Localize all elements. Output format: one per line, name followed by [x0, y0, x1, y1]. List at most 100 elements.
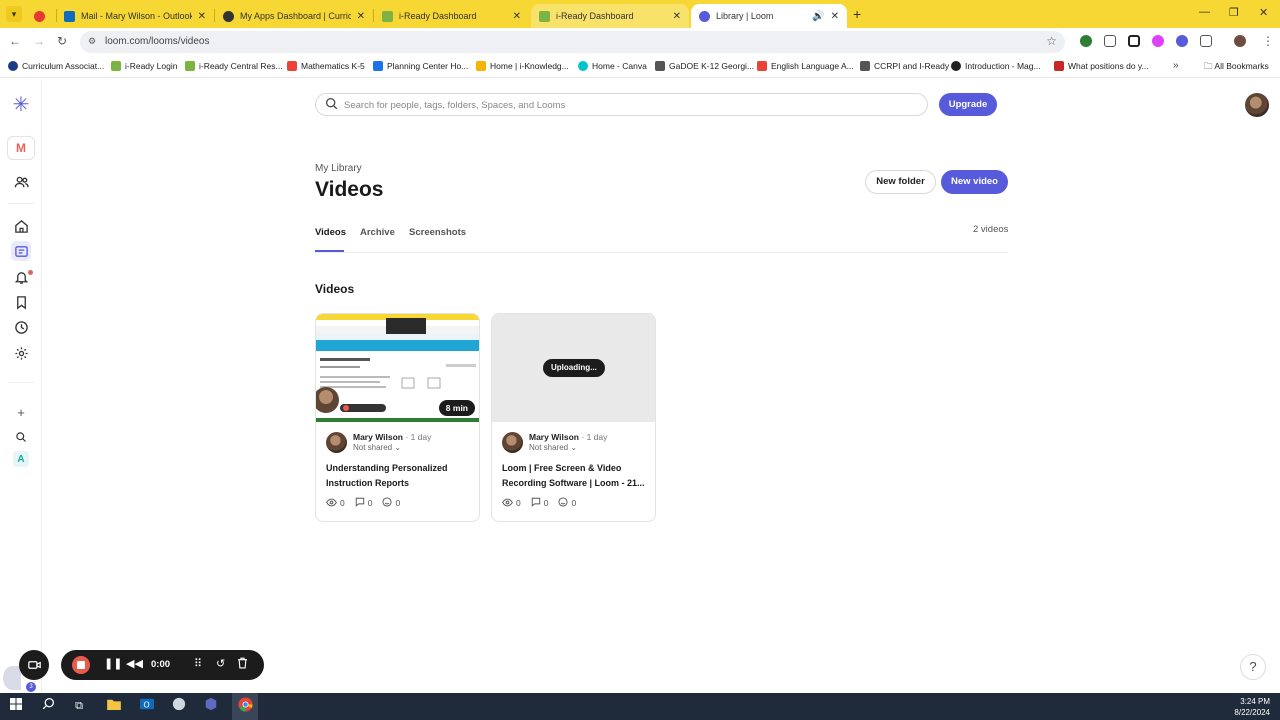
audio-playing-icon[interactable]: 🔊 — [812, 11, 824, 22]
workspace-switcher[interactable]: M — [7, 136, 35, 160]
tab-archive[interactable]: Archive — [360, 227, 395, 238]
tab-close-icon[interactable]: ✕ — [198, 11, 206, 22]
tab-close-icon[interactable]: ✕ — [673, 11, 681, 22]
new-video-button[interactable]: New video — [941, 170, 1008, 194]
video-card[interactable]: Uploading... Mary Wilson · 1 day Not sha… — [491, 313, 656, 522]
system-clock[interactable]: 3:24 PM 8/22/2024 — [1234, 696, 1270, 718]
chrome-taskbar-icon[interactable] — [236, 697, 254, 715]
video-thumbnail[interactable]: 8 min — [316, 314, 479, 422]
camera-bubble[interactable] — [3, 666, 21, 690]
document-extension-icon[interactable] — [1104, 35, 1116, 47]
pink-extension-icon[interactable] — [1152, 35, 1164, 47]
tab-close-icon[interactable]: ✕ — [357, 11, 365, 22]
bookmark-label: i-Ready Login — [125, 61, 178, 71]
iknowledge-icon — [476, 61, 486, 71]
bubble-badge: 3 — [26, 682, 36, 692]
pause-icon[interactable]: ❚❚ — [104, 657, 122, 670]
profile-avatar[interactable] — [1234, 35, 1246, 47]
tab-close-icon[interactable]: ✕ — [513, 11, 521, 22]
bookmark-item[interactable]: CCRPI and I-Ready — [860, 61, 949, 71]
add-space-icon[interactable]: + — [11, 402, 31, 422]
bookmarks-overflow-icon[interactable]: » — [1173, 60, 1179, 71]
search-spaces-icon[interactable] — [11, 427, 31, 447]
tab-pinned[interactable] — [28, 4, 54, 28]
chrome-menu-icon[interactable]: ⋮ — [1262, 34, 1274, 48]
stop-recording-button[interactable] — [72, 656, 90, 674]
bookmark-item[interactable]: Curriculum Associat... — [8, 61, 104, 71]
reload-icon[interactable]: ↻ — [57, 34, 67, 48]
restart-icon[interactable]: ↺ — [216, 657, 225, 670]
sharing-dropdown[interactable]: Not shared ⌄ — [529, 443, 577, 452]
help-button[interactable]: ? — [1240, 654, 1266, 680]
home-icon[interactable] — [11, 216, 31, 236]
screen-capture-extension-icon[interactable] — [1128, 35, 1140, 47]
library-icon[interactable] — [11, 241, 31, 261]
tab-screenshots[interactable]: Screenshots — [409, 227, 466, 238]
vpn-taskbar-icon[interactable] — [202, 697, 220, 715]
rewind-icon[interactable]: ◀◀ — [126, 657, 143, 670]
tab-loom-library[interactable]: Library | Loom 🔊 ✕ — [691, 4, 847, 28]
sharing-dropdown[interactable]: Not shared ⌄ — [353, 443, 401, 452]
bookmark-item[interactable]: English Language A... — [757, 61, 854, 71]
breadcrumb[interactable]: My Library — [315, 163, 362, 174]
bookmark-item[interactable]: What positions do y... — [1054, 61, 1149, 71]
outlook-taskbar-icon[interactable]: O — [138, 697, 156, 715]
extensions-puzzle-icon[interactable] — [1200, 35, 1212, 47]
eye-icon — [502, 498, 513, 509]
video-title[interactable]: Loom | Free Screen & Video Recording Sof… — [502, 461, 650, 491]
history-clock-icon[interactable] — [11, 317, 31, 337]
new-tab-button[interactable]: + — [853, 6, 861, 22]
bookmark-item[interactable]: Planning Center Ho... — [373, 61, 468, 71]
upgrade-button[interactable]: Upgrade — [939, 93, 997, 116]
search-input[interactable] — [344, 97, 904, 113]
tab-search-menu-button[interactable]: ▾ — [6, 6, 22, 22]
tab-videos[interactable]: Videos — [315, 227, 346, 238]
tab-close-icon[interactable]: ✕ — [831, 11, 839, 22]
site-info-icon[interactable]: ⚙ — [88, 36, 99, 47]
grammar-extension-icon[interactable] — [1080, 35, 1092, 47]
trash-icon[interactable] — [237, 657, 248, 672]
search-icon[interactable] — [39, 697, 57, 715]
video-camera-icon — [27, 661, 41, 669]
new-folder-button[interactable]: New folder — [865, 170, 936, 194]
windows-start-icon[interactable] — [7, 697, 25, 715]
bookmark-item[interactable]: Introduction - Mag... — [951, 61, 1041, 71]
loom-logo-icon[interactable]: ✳ — [10, 94, 32, 116]
back-arrow-icon[interactable]: ← — [9, 34, 21, 48]
all-bookmarks-button[interactable]: 🗀 All Bookmarks — [1204, 61, 1269, 75]
loom-extension-icon[interactable] — [1176, 35, 1188, 47]
bookmark-item[interactable]: Home | i-Knowledg... — [476, 61, 569, 71]
bookmark-label: Home | i-Knowledg... — [490, 61, 569, 71]
tab-my-apps[interactable]: My Apps Dashboard | Curriculu ✕ — [215, 4, 373, 28]
iready-icon — [185, 61, 195, 71]
close-window-icon[interactable]: ✕ — [1259, 6, 1268, 19]
video-thumbnail[interactable]: Uploading... — [492, 314, 655, 422]
app-taskbar-icon[interactable] — [170, 697, 188, 715]
video-card[interactable]: 8 min Mary Wilson · 1 day Not shared ⌄ U… — [315, 313, 480, 522]
address-bar[interactable]: ⚙ loom.com/looms/videos ☆ — [80, 31, 1065, 53]
tab-iready-1[interactable]: i-Ready Dashboard ✕ — [374, 4, 529, 28]
task-view-icon[interactable]: ⧉ — [70, 697, 88, 715]
settings-gear-icon[interactable] — [11, 343, 31, 363]
search-box[interactable] — [315, 93, 928, 116]
bookmark-icon[interactable] — [11, 292, 31, 312]
file-explorer-icon[interactable] — [105, 697, 123, 715]
bookmark-item[interactable]: Home - Canva — [578, 61, 647, 71]
bookmark-item[interactable]: i-Ready Central Res... — [185, 61, 283, 71]
bookmark-star-icon[interactable]: ☆ — [1046, 34, 1057, 48]
tab-outlook[interactable]: Mail - Mary Wilson - Outlook ✕ — [56, 4, 214, 28]
members-icon[interactable] — [11, 172, 31, 192]
space-a-icon[interactable]: A — [13, 451, 29, 467]
bookmark-item[interactable]: GaDOE K-12 Georgi... — [655, 61, 754, 71]
user-avatar[interactable] — [1245, 93, 1269, 117]
camera-toggle-button[interactable] — [19, 650, 49, 680]
owner-name: Mary Wilson — [353, 432, 403, 442]
video-title[interactable]: Understanding Personalized Instruction R… — [326, 461, 474, 491]
tab-iready-2[interactable]: i-Ready Dashboard ✕ — [531, 4, 689, 28]
forward-arrow-icon[interactable]: → — [33, 34, 45, 48]
drag-handle-icon[interactable]: ⠿ — [194, 657, 202, 670]
restore-icon[interactable]: ❐ — [1229, 6, 1239, 19]
bookmark-item[interactable]: i-Ready Login — [111, 61, 177, 71]
minimize-icon[interactable]: — — [1199, 6, 1210, 18]
bookmark-item[interactable]: Mathematics K-5 — [287, 61, 365, 71]
